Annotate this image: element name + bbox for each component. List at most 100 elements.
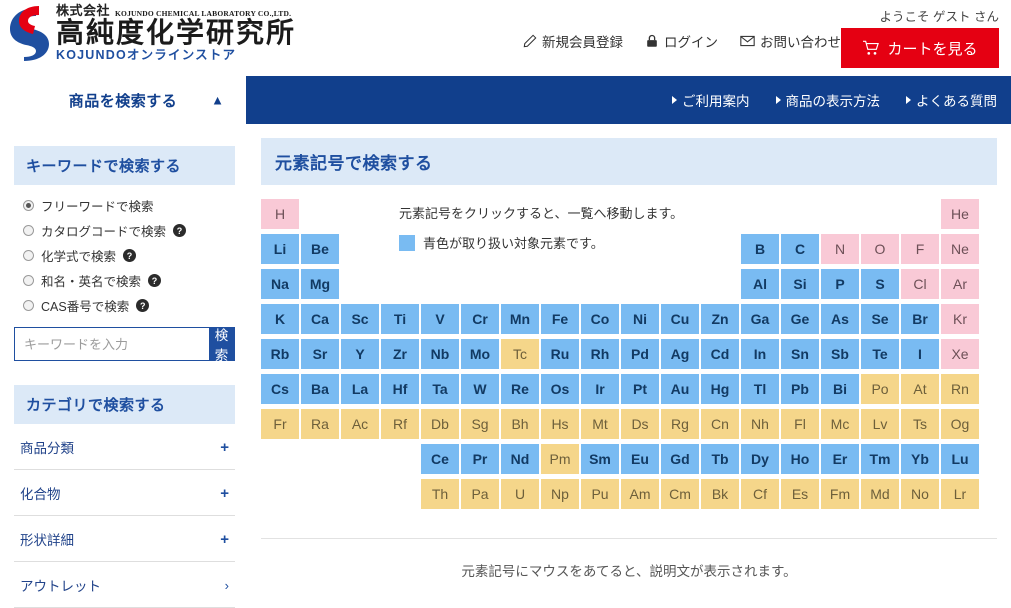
element-cell-Rf[interactable]: Rf [381,409,419,439]
element-cell-Lu[interactable]: Lu [941,444,979,474]
element-cell-Nb[interactable]: Nb [421,339,459,369]
element-cell-Tl[interactable]: Tl [741,374,779,404]
element-cell-Li[interactable]: Li [261,234,299,264]
element-cell-Na[interactable]: Na [261,269,299,299]
element-cell-Cu[interactable]: Cu [661,304,699,334]
element-cell-Fm[interactable]: Fm [821,479,859,509]
element-cell-H[interactable]: H [261,199,299,229]
element-cell-C[interactable]: C [781,234,819,264]
element-cell-Be[interactable]: Be [301,234,339,264]
view-cart-button[interactable]: カートを見る [841,28,999,68]
element-cell-Zr[interactable]: Zr [381,339,419,369]
element-cell-Cm[interactable]: Cm [661,479,699,509]
element-cell-Cs[interactable]: Cs [261,374,299,404]
nav-item-faq[interactable]: よくある質問 [906,90,997,110]
element-cell-Eu[interactable]: Eu [621,444,659,474]
element-cell-O[interactable]: O [861,234,899,264]
element-cell-Er[interactable]: Er [821,444,859,474]
element-cell-As[interactable]: As [821,304,859,334]
element-cell-Sn[interactable]: Sn [781,339,819,369]
element-cell-Gd[interactable]: Gd [661,444,699,474]
help-icon[interactable]: ? [173,224,187,237]
radio-catalog-code[interactable]: カタログコードで検索 ? [23,221,235,240]
help-icon[interactable]: ? [136,299,150,312]
contact-link[interactable]: お問い合わせ [740,31,841,51]
element-cell-Pb[interactable]: Pb [781,374,819,404]
element-cell-Hf[interactable]: Hf [381,374,419,404]
element-cell-In[interactable]: In [741,339,779,369]
element-cell-Yb[interactable]: Yb [901,444,939,474]
element-cell-Cn[interactable]: Cn [701,409,739,439]
element-cell-Cl[interactable]: Cl [901,269,939,299]
radio-freeword[interactable]: フリーワードで検索 [23,196,235,215]
element-cell-Sc[interactable]: Sc [341,304,379,334]
element-cell-Hs[interactable]: Hs [541,409,579,439]
element-cell-Mg[interactable]: Mg [301,269,339,299]
radio-button-icon[interactable] [23,200,34,211]
element-cell-Nh[interactable]: Nh [741,409,779,439]
element-cell-Rh[interactable]: Rh [581,339,619,369]
element-cell-Np[interactable]: Np [541,479,579,509]
help-icon[interactable]: ? [148,274,162,287]
element-cell-Se[interactable]: Se [861,304,899,334]
element-cell-Ba[interactable]: Ba [301,374,339,404]
element-cell-Ca[interactable]: Ca [301,304,339,334]
element-cell-Bh[interactable]: Bh [501,409,539,439]
login-link[interactable]: ログイン [645,31,718,51]
element-cell-Th[interactable]: Th [421,479,459,509]
radio-button-icon[interactable] [23,250,34,261]
element-cell-Fr[interactable]: Fr [261,409,299,439]
element-cell-Ta[interactable]: Ta [421,374,459,404]
element-cell-Sm[interactable]: Sm [581,444,619,474]
element-cell-Ni[interactable]: Ni [621,304,659,334]
sidebar-search-toggle[interactable]: 商品を検索する ▲ [0,76,249,124]
element-cell-Ds[interactable]: Ds [621,409,659,439]
radio-button-icon[interactable] [23,275,34,286]
element-cell-Ti[interactable]: Ti [381,304,419,334]
element-cell-Pm[interactable]: Pm [541,444,579,474]
help-icon[interactable]: ? [123,249,137,262]
element-cell-Lv[interactable]: Lv [861,409,899,439]
element-cell-Ar[interactable]: Ar [941,269,979,299]
element-cell-Db[interactable]: Db [421,409,459,439]
element-cell-Si[interactable]: Si [781,269,819,299]
element-cell-Kr[interactable]: Kr [941,304,979,334]
element-cell-N[interactable]: N [821,234,859,264]
element-cell-K[interactable]: K [261,304,299,334]
element-cell-Tc[interactable]: Tc [501,339,539,369]
element-cell-Ce[interactable]: Ce [421,444,459,474]
element-cell-Cr[interactable]: Cr [461,304,499,334]
element-cell-Br[interactable]: Br [901,304,939,334]
element-cell-Am[interactable]: Am [621,479,659,509]
element-cell-Al[interactable]: Al [741,269,779,299]
element-cell-At[interactable]: At [901,374,939,404]
element-cell-Te[interactable]: Te [861,339,899,369]
element-cell-Lr[interactable]: Lr [941,479,979,509]
radio-button-icon[interactable] [23,300,34,311]
search-input[interactable] [15,328,209,360]
category-item-compound[interactable]: 化合物 + [14,470,235,516]
element-cell-Rg[interactable]: Rg [661,409,699,439]
element-cell-Ir[interactable]: Ir [581,374,619,404]
element-cell-Au[interactable]: Au [661,374,699,404]
element-cell-Sr[interactable]: Sr [301,339,339,369]
element-cell-Pt[interactable]: Pt [621,374,659,404]
element-cell-Ga[interactable]: Ga [741,304,779,334]
element-cell-Re[interactable]: Re [501,374,539,404]
nav-item-guide[interactable]: ご利用案内 [672,90,750,110]
element-cell-Pr[interactable]: Pr [461,444,499,474]
element-cell-Es[interactable]: Es [781,479,819,509]
element-cell-Dy[interactable]: Dy [741,444,779,474]
element-cell-Sg[interactable]: Sg [461,409,499,439]
element-cell-Xe[interactable]: Xe [941,339,979,369]
search-button[interactable]: 検索 [209,328,234,363]
element-cell-P[interactable]: P [821,269,859,299]
radio-name-jp-en[interactable]: 和名・英名で検索 ? [23,271,235,290]
element-cell-Mo[interactable]: Mo [461,339,499,369]
element-cell-Md[interactable]: Md [861,479,899,509]
element-cell-Pu[interactable]: Pu [581,479,619,509]
element-cell-Ts[interactable]: Ts [901,409,939,439]
element-cell-Bi[interactable]: Bi [821,374,859,404]
element-cell-Cf[interactable]: Cf [741,479,779,509]
element-cell-Fe[interactable]: Fe [541,304,579,334]
